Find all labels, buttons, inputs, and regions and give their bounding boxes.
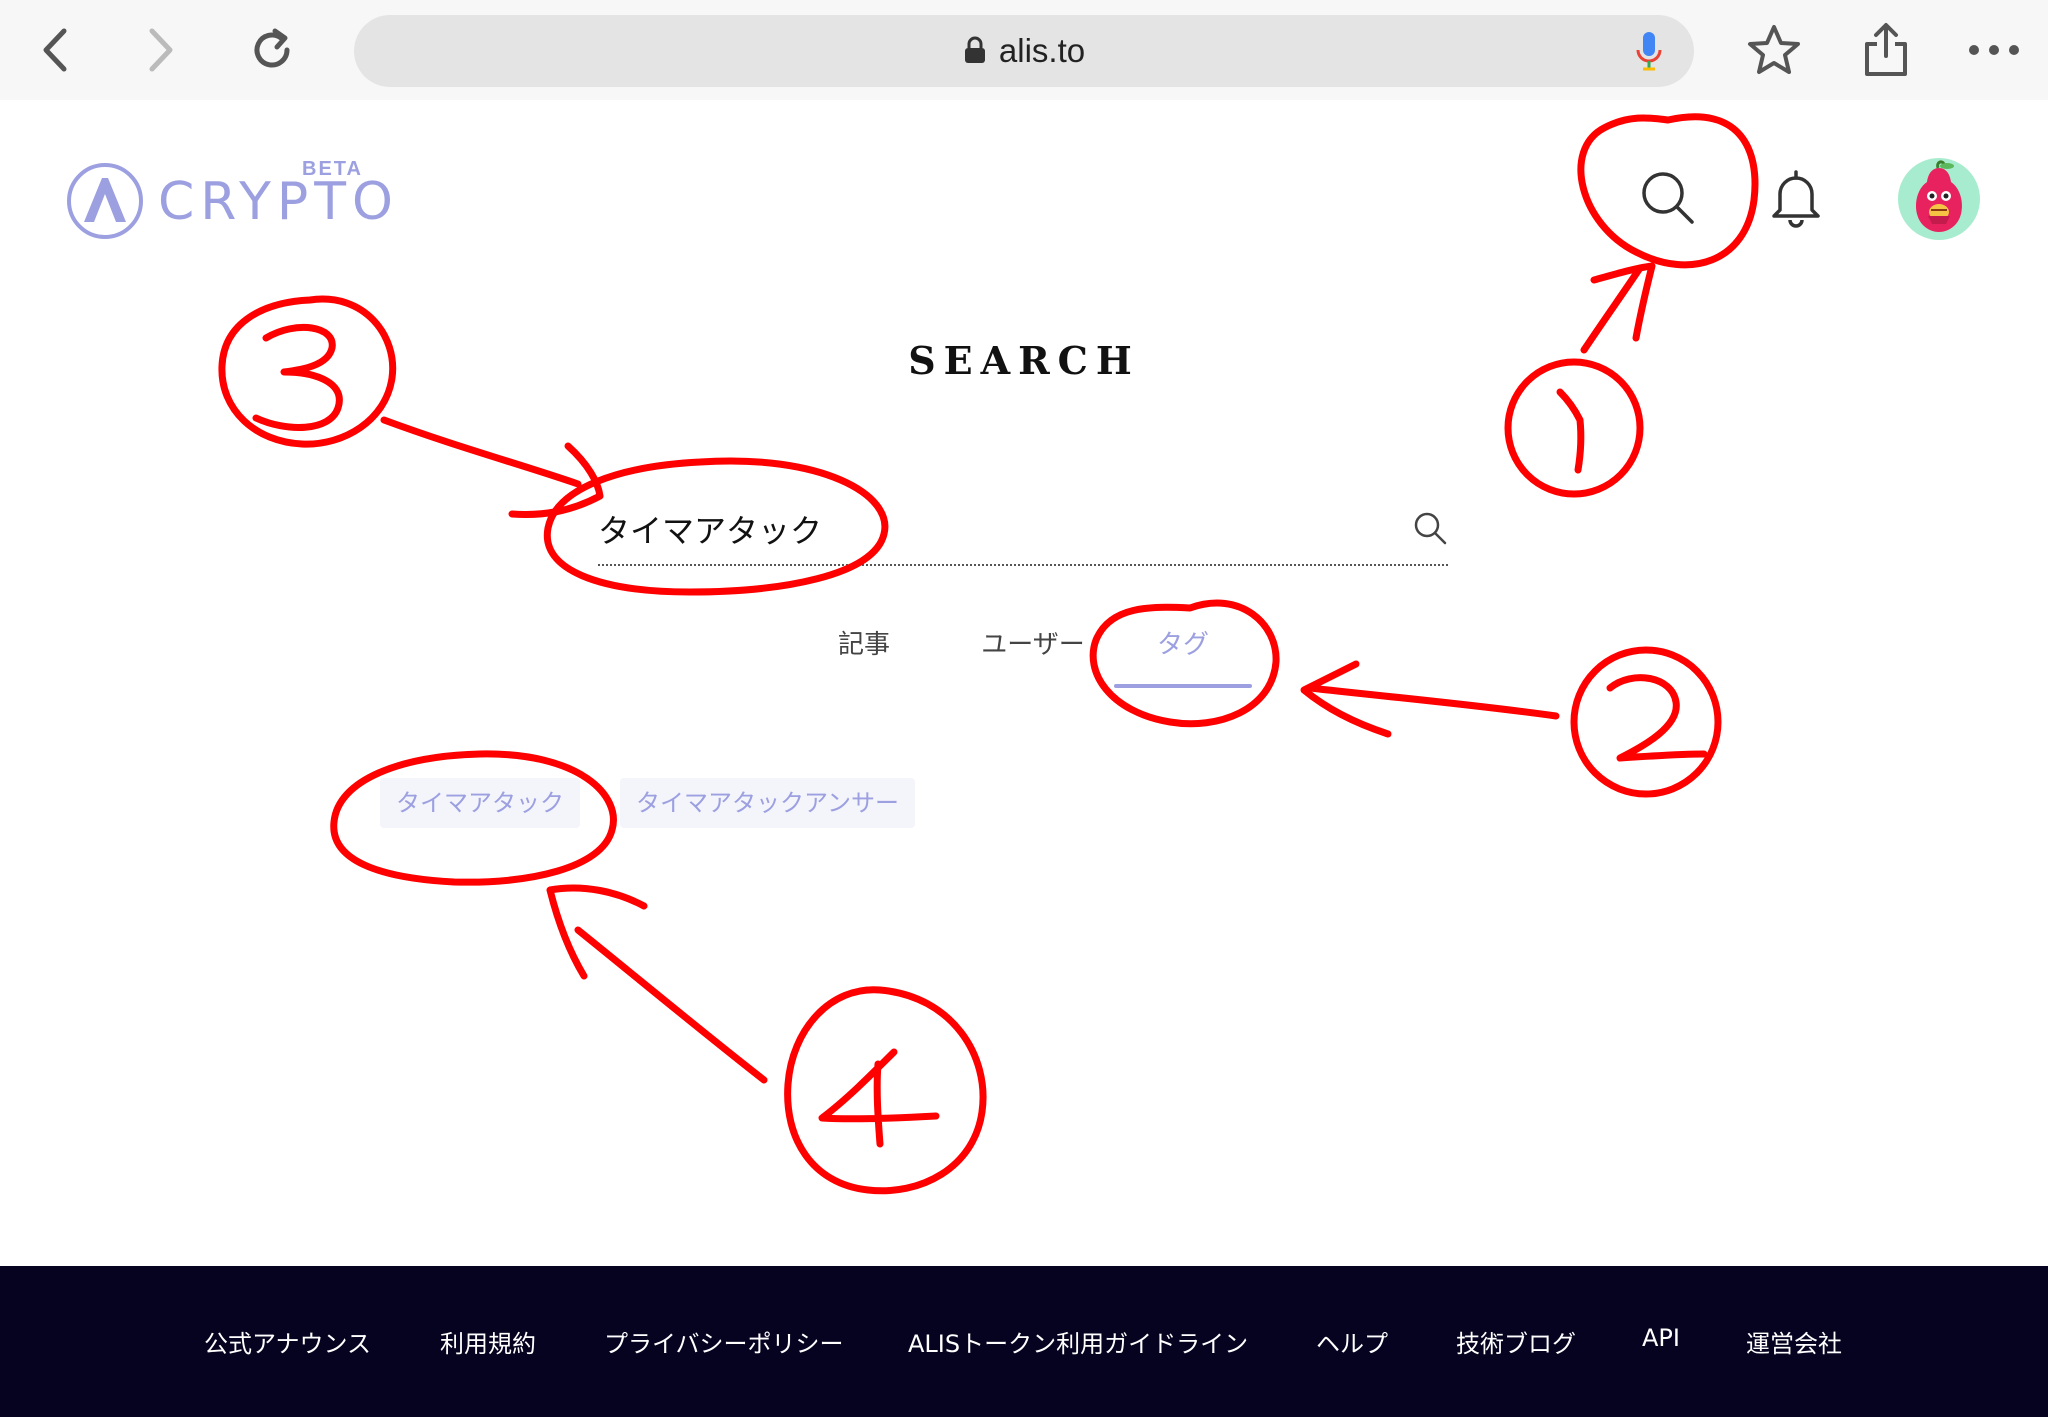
tag-chip[interactable]: タイマアタック xyxy=(380,778,580,828)
reload-icon xyxy=(254,28,290,68)
search-icon xyxy=(1642,172,1694,224)
alis-logo-icon xyxy=(67,163,143,239)
bookmark-button[interactable] xyxy=(1742,20,1806,80)
header-search-button[interactable] xyxy=(1638,168,1698,228)
footer-link-help[interactable]: ヘルプ xyxy=(1316,1324,1388,1359)
annotation-arrowhead-3 xyxy=(508,442,604,518)
tag-chip[interactable]: タイマアタックアンサー xyxy=(620,778,916,828)
share-icon xyxy=(1865,23,1907,76)
search-input[interactable] xyxy=(598,500,1358,558)
footer-link-tech-blog[interactable]: 技術ブログ xyxy=(1456,1324,1576,1359)
address-text: alis.to xyxy=(354,15,1694,87)
user-avatar[interactable] xyxy=(1898,158,1980,240)
more-button[interactable] xyxy=(1962,20,2026,80)
footer-link-api[interactable]: API xyxy=(1642,1324,1680,1352)
notification-button[interactable] xyxy=(1766,166,1826,230)
annotation-digit-1 xyxy=(1556,388,1585,474)
logo-beta-badge: BETA xyxy=(302,158,363,180)
microphone-icon[interactable] xyxy=(1634,30,1664,74)
share-button[interactable] xyxy=(1854,20,1918,80)
footer-link-privacy[interactable]: プライバシーポリシー xyxy=(604,1324,844,1359)
chevron-left-icon xyxy=(43,28,67,72)
footer-link-token-guideline[interactable]: ALISトークン利用ガイドライン xyxy=(908,1324,1248,1359)
footer-link-announcements[interactable]: 公式アナウンス xyxy=(204,1324,371,1359)
chevron-right-icon xyxy=(149,28,173,72)
tab-tags[interactable]: タグ xyxy=(1114,622,1252,692)
lock-icon xyxy=(964,36,985,64)
browser-toolbar: alis.to xyxy=(0,0,2048,100)
star-icon xyxy=(1748,25,1800,74)
site-footer: 公式アナウンス 利用規約 プライバシーポリシー ALISトークン利用ガイドライン… xyxy=(0,1266,2048,1417)
forward-button[interactable] xyxy=(132,20,192,80)
address-bar[interactable]: alis.to xyxy=(354,15,1694,87)
bell-icon xyxy=(1772,170,1820,228)
search-tabs: 記事 ユーザー タグ xyxy=(0,622,2048,692)
annotation-arrowhead-4 xyxy=(546,884,648,980)
tab-label: タグ xyxy=(1156,630,1209,660)
search-submit-icon[interactable] xyxy=(1412,510,1448,546)
annotation-number-4-circle xyxy=(784,986,987,1195)
annotation-arrow-3 xyxy=(380,416,582,488)
annotation-arrowhead-1 xyxy=(1590,262,1656,342)
site-logo[interactable]: CRYPTO BETA xyxy=(66,158,406,248)
reload-button[interactable] xyxy=(242,20,302,80)
back-button[interactable] xyxy=(24,20,84,80)
tab-label: ユーザー xyxy=(981,630,1085,660)
annotation-digit-4 xyxy=(818,1048,940,1148)
active-tab-underline xyxy=(1114,684,1252,688)
ellipsis-icon xyxy=(1969,45,2019,55)
annotation-arrow-2 xyxy=(1306,684,1560,720)
footer-link-company[interactable]: 運営会社 xyxy=(1746,1324,1842,1359)
annotation-arrow-4 xyxy=(574,926,768,1084)
footer-link-terms[interactable]: 利用規約 xyxy=(440,1324,536,1359)
tab-articles[interactable]: 記事 xyxy=(824,622,904,692)
logo-text: CRYPTO xyxy=(158,172,399,232)
search-field[interactable] xyxy=(598,500,1448,566)
tab-label: 記事 xyxy=(837,630,890,660)
tab-users[interactable]: ユーザー xyxy=(960,622,1106,692)
page-title: SEARCH xyxy=(908,338,1140,383)
avatar-image-icon xyxy=(1916,160,1962,232)
